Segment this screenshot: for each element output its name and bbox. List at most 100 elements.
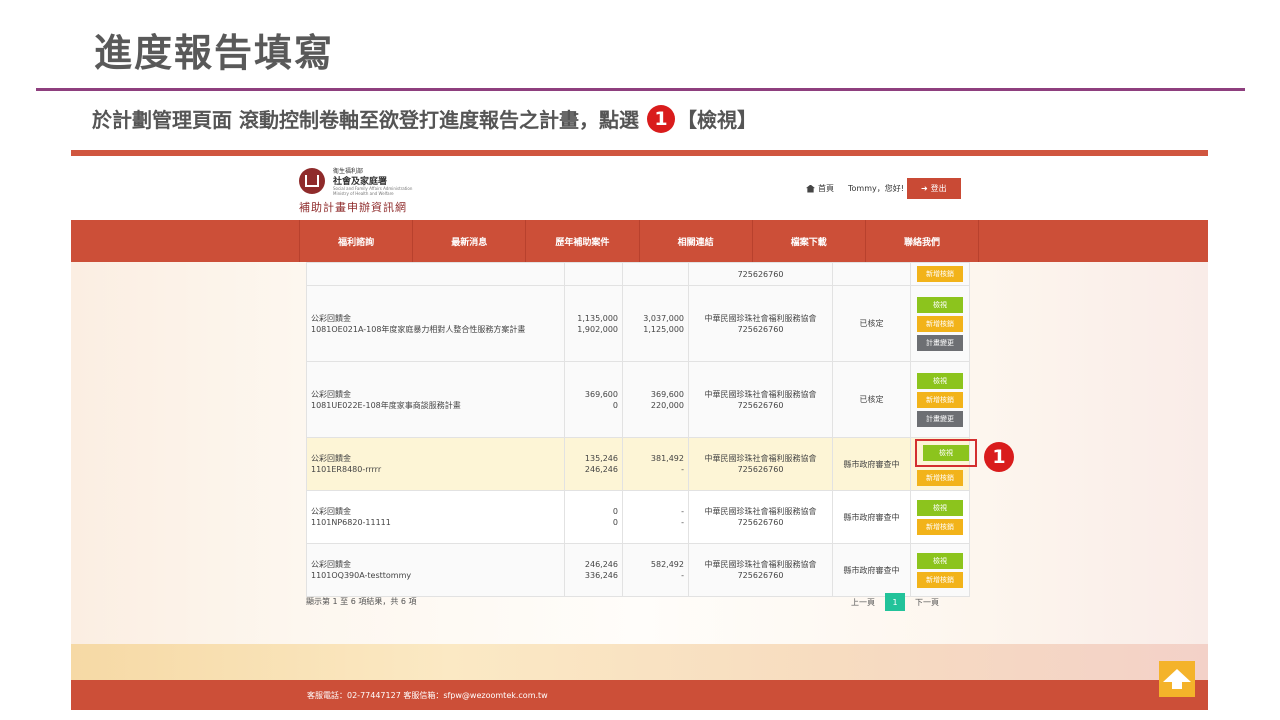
org-id: 725626760 (737, 269, 784, 279)
plan-title: 1101OQ390A-testtommy (311, 571, 412, 580)
pagination: 上一頁 1 下一頁 (851, 593, 939, 611)
actions-cell: 檢視 新增核銷 (910, 543, 970, 597)
logo-site-name: 補助計畫申辦資訊網 (299, 201, 407, 214)
current-page[interactable]: 1 (885, 593, 905, 611)
nav-item-0[interactable]: 福利諮詢 (300, 220, 414, 262)
amount-a2: 0 (612, 400, 618, 410)
logout-button[interactable]: ➜ 登出 (906, 178, 961, 199)
logout-label: 登出 (930, 184, 947, 193)
amount-b-cell: 381,492 - (622, 437, 689, 491)
amount-b2: 220,000 (650, 400, 684, 410)
status-text: 縣市政府審查中 (843, 512, 900, 522)
view-button[interactable]: 檢視 (917, 552, 963, 569)
amount-a1: 246,246 (584, 560, 618, 569)
status-cell: 縣市政府審查中 (832, 543, 911, 597)
next-page-link[interactable]: 下一頁 (915, 597, 939, 608)
nav-item-4[interactable]: 檔案下載 (753, 220, 866, 262)
status-cell: 已核定 (832, 361, 911, 438)
view-button[interactable]: 檢視 (917, 372, 963, 389)
status-cell: 已核定 (832, 285, 911, 362)
main-nav: 福利諮詢 最新消息 歷年補助案件 相關連結 檔案下載 聯絡我們 (71, 220, 1208, 262)
amount-b2: - (681, 518, 684, 527)
actions-cell: 檢視新增核銷計畫變更 (910, 361, 970, 438)
view-button[interactable]: 檢視 (917, 499, 963, 516)
slide-subtitle: 於計劃管理頁面 滾動控制卷軸至欲登打進度報告之計畫，點選 1 【檢視】 (92, 104, 757, 133)
table-row: 公彩回饋金 1101OQ390A-testtommy 246,246 336,246 5… (306, 543, 970, 597)
table-row: 725626760 新增核銷 (306, 262, 970, 286)
subtitle-action: 【檢視】 (676, 108, 757, 132)
actions-cell: 檢視新增核銷 (910, 437, 977, 491)
org-id: 725626760 (737, 324, 784, 334)
step-badge: 1 (646, 104, 675, 133)
amount-a1: 0 (612, 507, 618, 516)
home-icon (806, 184, 815, 193)
plan-name-cell: 公彩回饋金 1101OQ390A-testtommy (306, 543, 565, 597)
nav-item-1[interactable]: 最新消息 (413, 220, 527, 262)
org-id: 725626760 (737, 571, 784, 580)
nav-item-2[interactable]: 歷年補助案件 (526, 220, 640, 262)
prev-page-link[interactable]: 上一頁 (851, 597, 875, 608)
amount-a1: 135,246 (584, 454, 618, 463)
plan-table: 725626760 新增核銷 公彩回饋金 1081OE021A-108年度家庭暴力相對… (306, 262, 977, 597)
add-claim-button[interactable]: 新增核銷 (917, 266, 963, 282)
amount-a2: 1,902,000 (577, 324, 618, 334)
amount-a-cell: 00 (564, 490, 623, 544)
amount-a1: 369,600 (584, 389, 618, 399)
user-greeting: Tommy，您好! (848, 184, 904, 193)
plan-category: 公彩回饋金 (311, 389, 351, 399)
view-button[interactable]: 檢視 (923, 445, 969, 461)
plan-name-cell: 公彩回饋金 1081OE021A-108年度家庭暴力相對人整合性服務方案計畫 (306, 285, 565, 362)
plan-change-button[interactable]: 計畫變更 (917, 334, 963, 351)
logo-org-en: Social and Family Affairs Administration… (333, 186, 413, 196)
plan-category: 公彩回饋金 (311, 560, 351, 569)
actions-cell: 檢視新增核銷計畫變更 (910, 285, 970, 362)
step-callout: 1 (984, 442, 1014, 472)
amount-b1: - (681, 507, 684, 516)
site-logo[interactable]: 衛生福利部 社會及家庭署 Social and Family Affairs A… (299, 166, 419, 216)
plan-name-cell (306, 262, 565, 286)
org-id: 725626760 (737, 400, 784, 410)
view-button[interactable]: 檢視 (917, 296, 963, 313)
amount-b1: 3,037,000 (643, 313, 684, 323)
nav-item-3[interactable]: 相關連結 (640, 220, 753, 262)
plan-name-cell: 公彩回饋金 1081UE022E-108年度家事商談服務計畫 (306, 361, 565, 438)
plan-title: 1081OE021A-108年度家庭暴力相對人整合性服務方案計畫 (311, 324, 526, 334)
amount-b-cell: 582,492 - (622, 543, 689, 597)
status-text: 縣市政府審查中 (843, 565, 900, 575)
amount-b1: 582,492 (650, 560, 684, 569)
plan-title: 1101ER8480-rrrrr (311, 465, 382, 474)
amount-b1: 369,600 (650, 389, 684, 399)
amount-a2: 0 (612, 518, 618, 527)
amount-a-cell (564, 262, 623, 286)
org-name: 中華民國珍珠社會福利服務協會 (704, 560, 817, 569)
add-claim-button[interactable]: 新增核銷 (917, 518, 963, 535)
add-claim-button[interactable]: 新增核銷 (917, 315, 963, 332)
status-text: 已核定 (859, 319, 884, 328)
plan-change-button[interactable]: 計畫變更 (917, 410, 963, 427)
slide-title: 進度報告填寫 (94, 31, 335, 75)
status-text: 已核定 (859, 395, 884, 404)
table-row: 公彩回饋金 1081OE021A-108年度家庭暴力相對人整合性服務方案計畫 1,1… (306, 285, 970, 362)
home-link[interactable]: 首頁 (818, 183, 834, 194)
add-claim-button[interactable]: 新增核銷 (917, 391, 963, 408)
plan-name-cell: 公彩回饋金 1101NP6820-11111 (306, 490, 565, 544)
table-row: 公彩回饋金 1081UE022E-108年度家事商談服務計畫 369,600 0 369… (306, 361, 970, 438)
amount-a2: 336,246 (584, 571, 618, 580)
add-claim-button[interactable]: 新增核銷 (917, 470, 963, 486)
amount-a2: 246,246 (584, 465, 618, 474)
logout-icon: ➜ (920, 184, 928, 193)
org-cell: 中華民國珍珠社會福利服務協會 725626760 (688, 361, 833, 438)
footer-contact: 客服電話：02-77447127 客服信箱：sfpw@wezoomtek.com… (307, 691, 548, 700)
amount-b-cell: 3,037,000 1,125,000 (622, 285, 689, 362)
org-id: 725626760 (737, 465, 784, 474)
screenshot-frame: 衛生福利部 社會及家庭署 Social and Family Affairs A… (71, 150, 1208, 710)
amount-b2: - (681, 571, 684, 580)
amount-a-cell: 1,135,000 1,902,000 (564, 285, 623, 362)
add-claim-button[interactable]: 新增核銷 (917, 571, 963, 588)
org-name: 中華民國珍珠社會福利服務協會 (704, 313, 817, 323)
scroll-top-button[interactable] (1159, 661, 1195, 697)
status-cell: 縣市政府審查中 (832, 490, 911, 544)
nav-item-5[interactable]: 聯絡我們 (866, 220, 978, 262)
amount-a-cell: 135,246 246,246 (564, 437, 623, 491)
plan-table-grid: 725626760 新增核銷 公彩回饋金 1081OE021A-108年度家庭暴力相對… (306, 262, 977, 597)
